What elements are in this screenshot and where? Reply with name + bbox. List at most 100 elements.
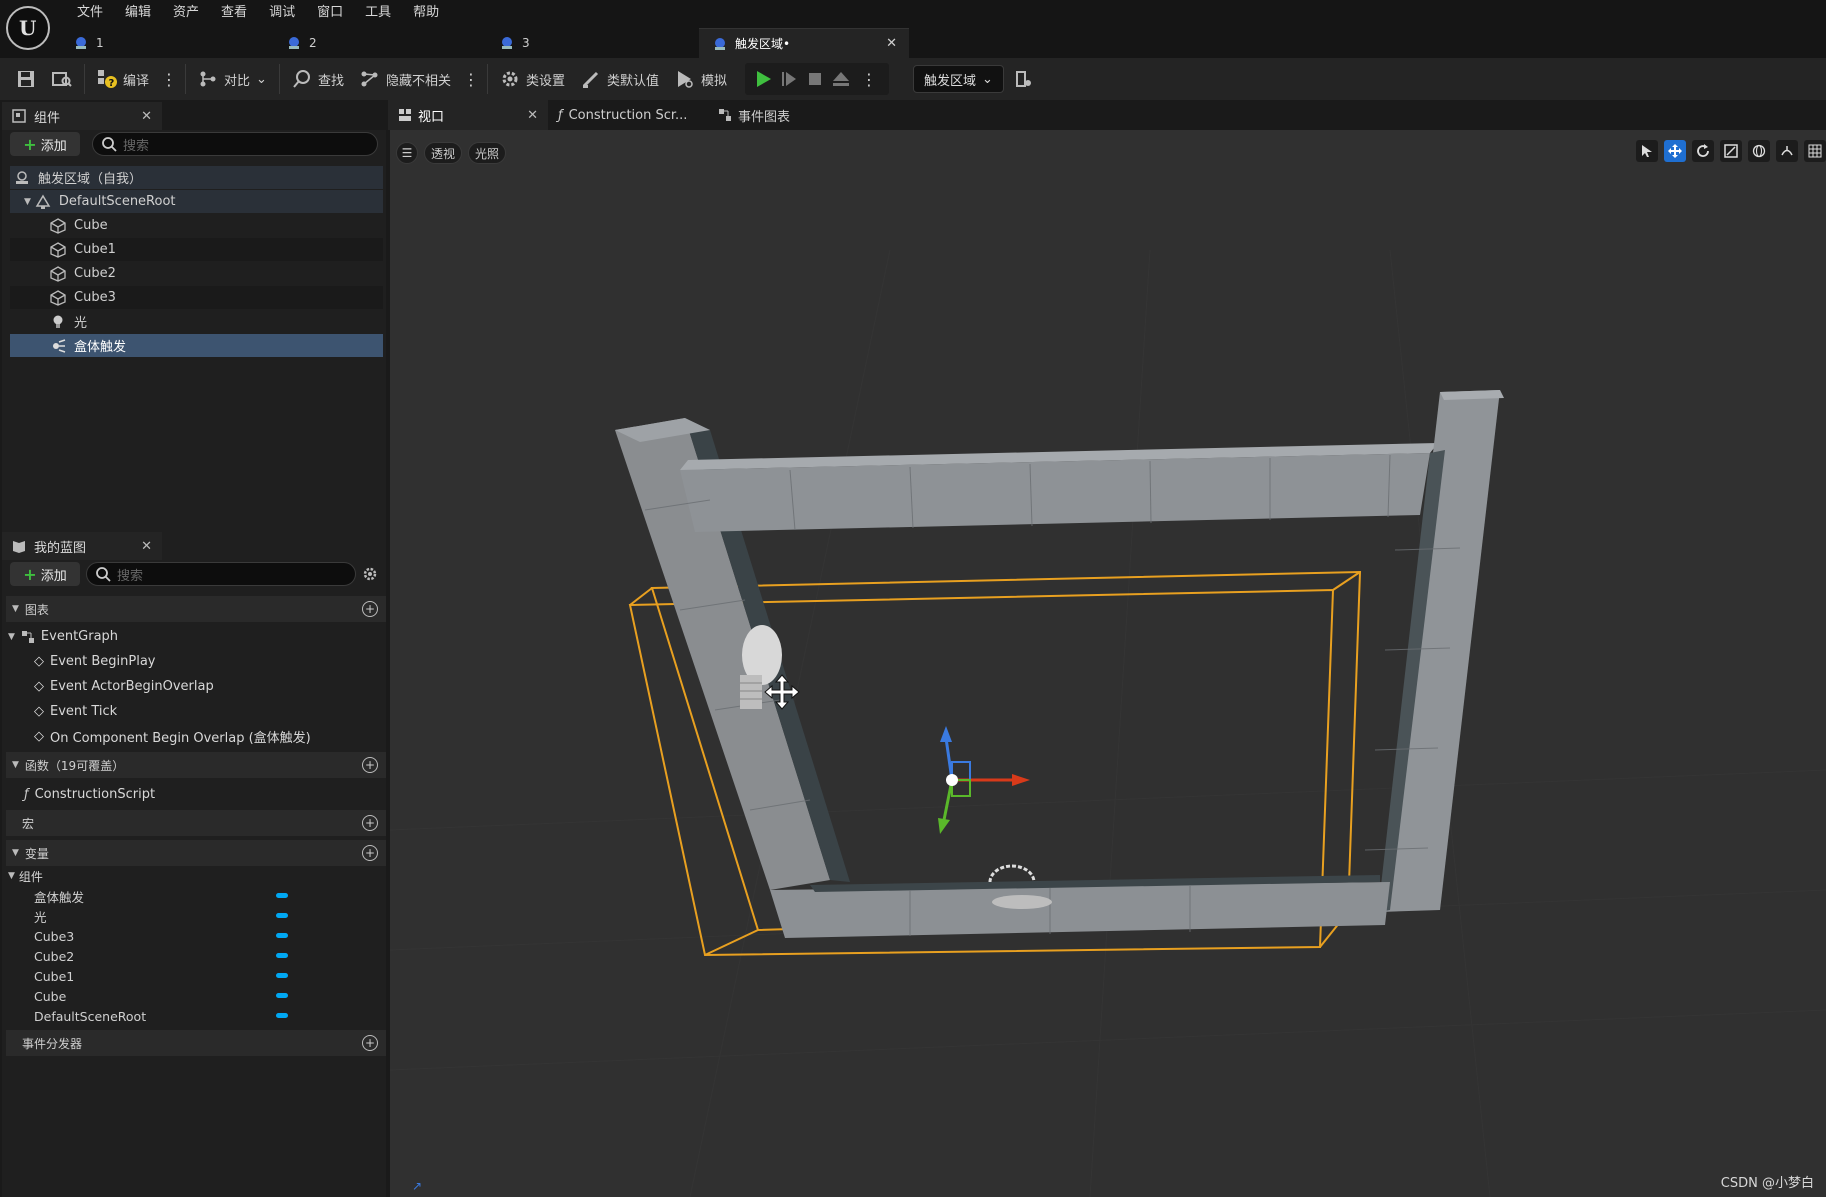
variable-row[interactable]: Cube3 bbox=[34, 926, 288, 946]
tab-construction-script[interactable]: ƒ Construction Scr... bbox=[548, 100, 708, 130]
expand-triangle-icon[interactable]: ▼ bbox=[24, 197, 31, 207]
graphs-section-header[interactable]: ▼ 图表 + bbox=[6, 596, 386, 622]
doc-tab-trigger-area[interactable]: 触发区域• ✕ bbox=[699, 28, 909, 58]
doc-tab-2[interactable]: 2 bbox=[273, 28, 486, 58]
step-icon[interactable] bbox=[779, 69, 799, 89]
tab-viewport[interactable]: 视口 ✕ bbox=[388, 100, 548, 130]
close-icon[interactable]: ✕ bbox=[527, 108, 538, 123]
close-icon[interactable]: ✕ bbox=[141, 539, 152, 554]
event-label: Event BeginPlay bbox=[50, 654, 156, 669]
event-dispatchers-section-header[interactable]: 事件分发器 + bbox=[6, 1030, 386, 1056]
macros-section-header[interactable]: 宏 + bbox=[6, 810, 386, 836]
eject-icon[interactable] bbox=[831, 69, 851, 89]
components-panel-tab[interactable]: 组件 ✕ bbox=[2, 102, 162, 130]
variable-row[interactable]: Cube2 bbox=[34, 946, 288, 966]
variable-row[interactable]: Cube1 bbox=[34, 966, 288, 986]
unreal-logo[interactable]: U bbox=[6, 6, 50, 50]
browse-button[interactable] bbox=[44, 64, 80, 94]
my-blueprint-panel-tab[interactable]: 我的蓝图 ✕ bbox=[2, 532, 162, 560]
class-settings-button[interactable]: 类设置 bbox=[492, 64, 573, 94]
tree-item-label: Cube bbox=[74, 218, 108, 233]
event-graph-item[interactable]: ▼ EventGraph bbox=[8, 624, 118, 649]
transform-gizmo bbox=[938, 726, 1030, 834]
tree-item-label: Cube2 bbox=[74, 266, 116, 281]
event-item[interactable]: ◇ Event ActorBeginOverlap bbox=[34, 674, 214, 699]
add-dispatcher-icon[interactable]: + bbox=[362, 1035, 378, 1051]
menu-view[interactable]: 查看 bbox=[210, 2, 258, 24]
class-defaults-button[interactable]: 类默认值 bbox=[573, 64, 667, 94]
save-button[interactable] bbox=[0, 64, 44, 94]
find-button[interactable]: 查找 bbox=[284, 64, 352, 94]
separator bbox=[278, 64, 280, 94]
tree-item-self[interactable]: 触发区域（自我） bbox=[10, 166, 383, 189]
variable-type-pill bbox=[276, 973, 288, 978]
functions-section-header[interactable]: ▼ 函数（19可覆盖） + bbox=[6, 752, 386, 778]
hide-unrelated-icon bbox=[361, 71, 378, 87]
event-item[interactable]: ◇ On Component Begin Overlap (盒体触发) bbox=[34, 724, 311, 749]
close-icon[interactable]: ✕ bbox=[141, 109, 152, 124]
variables-section-header[interactable]: ▼ 变量 + bbox=[6, 840, 386, 866]
menu-debug[interactable]: 调试 bbox=[258, 2, 306, 24]
components-title: 组件 bbox=[34, 110, 61, 126]
variable-row[interactable]: 盒体触发 bbox=[34, 886, 288, 906]
menu-window[interactable]: 窗口 bbox=[306, 2, 354, 24]
hide-unrelated-button[interactable]: 隐藏不相关 bbox=[352, 64, 459, 94]
gear-icon[interactable] bbox=[362, 566, 378, 582]
simulate-button[interactable]: 模拟 bbox=[667, 64, 735, 94]
close-icon[interactable]: ✕ bbox=[886, 36, 897, 51]
event-item[interactable]: ◇ Event Tick bbox=[34, 699, 117, 724]
tree-item-light[interactable]: 光 bbox=[10, 310, 383, 333]
menu-assets[interactable]: 资产 bbox=[162, 2, 210, 24]
menu-edit[interactable]: 编辑 bbox=[114, 2, 162, 24]
doc-tab-3[interactable]: 3 bbox=[486, 28, 699, 58]
menu-help[interactable]: 帮助 bbox=[402, 2, 450, 24]
my-blueprint-panel: + 添加 搜索 ▼ 图表 + ▼ EventGraph ◇ Event Begi… bbox=[2, 560, 386, 1197]
tree-item-cube[interactable]: Cube bbox=[10, 214, 383, 237]
debug-object-icon[interactable] bbox=[1014, 69, 1034, 89]
axis-hint-icon: ↗ bbox=[412, 1179, 422, 1193]
stop-icon[interactable] bbox=[805, 69, 825, 89]
debug-target-dropdown[interactable]: 触发区域 ⌄ bbox=[913, 65, 1004, 93]
variable-row[interactable]: Cube bbox=[34, 986, 288, 1006]
add-function-icon[interactable]: + bbox=[362, 757, 378, 773]
add-blueprint-member-button[interactable]: + 添加 bbox=[10, 562, 80, 586]
add-component-button[interactable]: + 添加 bbox=[10, 132, 80, 156]
add-graph-icon[interactable]: + bbox=[362, 601, 378, 617]
doc-tab-1[interactable]: 1 bbox=[60, 28, 273, 58]
compile-button[interactable]: ? 编译 bbox=[89, 64, 157, 94]
tree-item-box-trigger[interactable]: 盒体触发 bbox=[10, 334, 383, 357]
watermark: CSDN @小梦白 bbox=[1720, 1176, 1814, 1191]
hide-options-icon[interactable]: ⋮ bbox=[459, 70, 483, 89]
diff-button[interactable]: 对比 ⌄ bbox=[190, 64, 275, 94]
svg-text:U: U bbox=[19, 16, 36, 40]
viewport-3d[interactable]: ☰ 透视 光照 ↗ CSDN @小梦白 bbox=[390, 130, 1826, 1197]
class-defaults-label: 类默认值 bbox=[606, 73, 659, 89]
cube-icon bbox=[50, 289, 66, 306]
variable-row[interactable]: 光 bbox=[34, 906, 288, 926]
tree-item-label: 触发区域（自我） bbox=[38, 172, 143, 187]
tree-item-cube3[interactable]: Cube3 bbox=[10, 286, 383, 309]
function-item[interactable]: ƒ ConstructionScript bbox=[24, 782, 155, 807]
compile-icon: ? bbox=[98, 70, 117, 89]
add-macro-icon[interactable]: + bbox=[362, 815, 378, 831]
event-item[interactable]: ◇ Event BeginPlay bbox=[34, 649, 156, 674]
tree-item-cube2[interactable]: Cube2 bbox=[10, 262, 383, 285]
play-icon[interactable] bbox=[753, 69, 773, 89]
variable-label: Cube bbox=[34, 988, 67, 1004]
compile-options-icon[interactable]: ⋮ bbox=[157, 70, 181, 89]
menu-tools[interactable]: 工具 bbox=[354, 2, 402, 24]
components-search-input[interactable]: 搜索 bbox=[92, 132, 378, 156]
components-variable-group[interactable]: ▼ 组件 bbox=[8, 866, 43, 886]
tree-item-defaultsceneroot[interactable]: ▼ DefaultSceneRoot bbox=[10, 190, 383, 213]
event-graph-icon bbox=[719, 109, 731, 121]
blueprint-search-input[interactable]: 搜索 bbox=[86, 562, 356, 586]
editor-area: 视口 ✕ ƒ Construction Scr... 事件图表 ☰ 透视 光照 bbox=[388, 100, 1826, 1197]
collapse-triangle-icon: ▼ bbox=[12, 848, 19, 858]
add-variable-icon[interactable]: + bbox=[362, 845, 378, 861]
tab-event-graph[interactable]: 事件图表 bbox=[708, 100, 800, 130]
play-options-icon[interactable]: ⋮ bbox=[857, 70, 881, 89]
simulate-label: 模拟 bbox=[701, 73, 728, 89]
menu-file[interactable]: 文件 bbox=[66, 2, 114, 24]
tree-item-cube1[interactable]: Cube1 bbox=[10, 238, 383, 261]
variable-row[interactable]: DefaultSceneRoot bbox=[34, 1006, 288, 1026]
